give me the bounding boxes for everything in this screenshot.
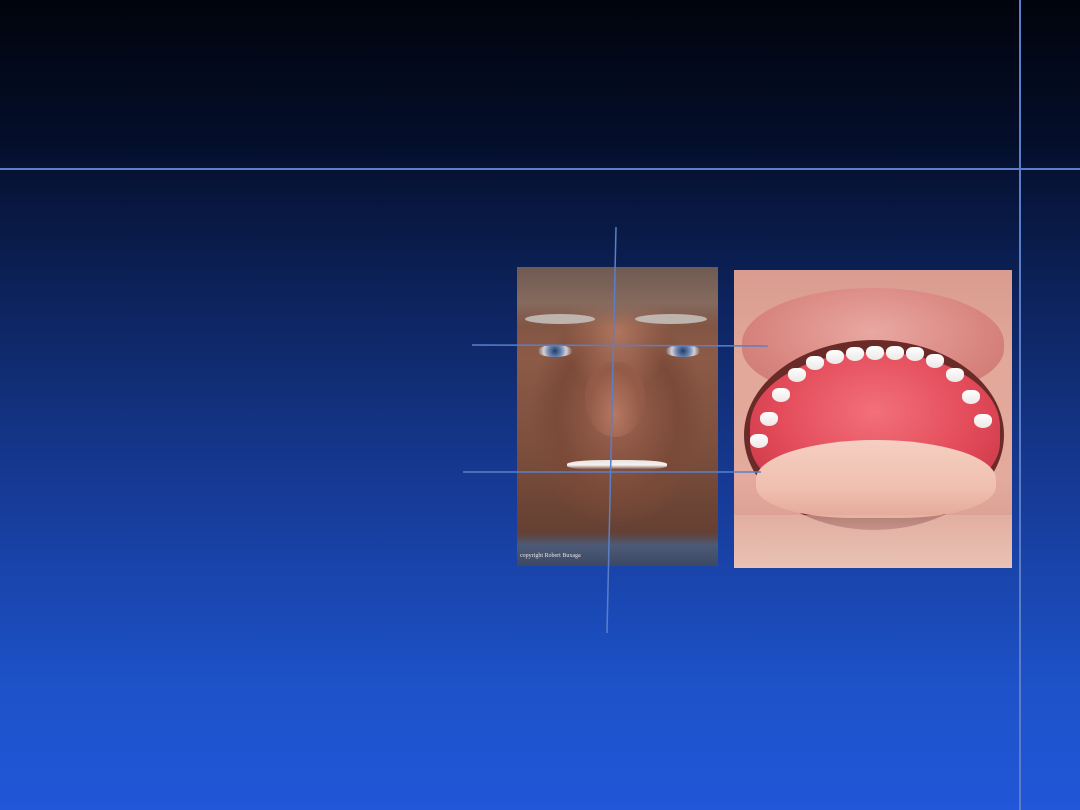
right-border-line	[1019, 0, 1021, 810]
denture-tooth	[886, 346, 904, 360]
tongue	[756, 440, 996, 518]
face-left-brow	[525, 314, 595, 324]
patient-face-photo: copyright Robert Buxaga	[517, 267, 718, 566]
denture-tooth	[866, 346, 884, 360]
denture-tooth	[906, 347, 924, 361]
denture-tooth	[846, 347, 864, 361]
face-right-brow	[635, 314, 707, 324]
face-shirt	[517, 532, 718, 566]
denture-tooth	[962, 390, 980, 404]
denture-tooth	[974, 414, 992, 428]
denture-tooth	[926, 354, 944, 368]
denture-tooth	[788, 368, 806, 382]
denture-tooth	[772, 388, 790, 402]
denture-tooth	[826, 350, 844, 364]
face-left-eye	[537, 345, 573, 357]
photo-copyright-text: copyright Robert Buxaga	[520, 553, 581, 559]
face-nose	[585, 362, 645, 437]
denture-tooth	[946, 368, 964, 382]
denture-mouth-photo	[734, 270, 1012, 568]
face-right-eye	[665, 345, 701, 357]
denture-tooth	[750, 434, 768, 448]
denture-tooth	[760, 412, 778, 426]
denture-tooth	[806, 356, 824, 370]
face-mouth	[567, 460, 667, 470]
lower-lip-chin	[734, 515, 1012, 568]
title-divider-line	[0, 168, 1080, 170]
